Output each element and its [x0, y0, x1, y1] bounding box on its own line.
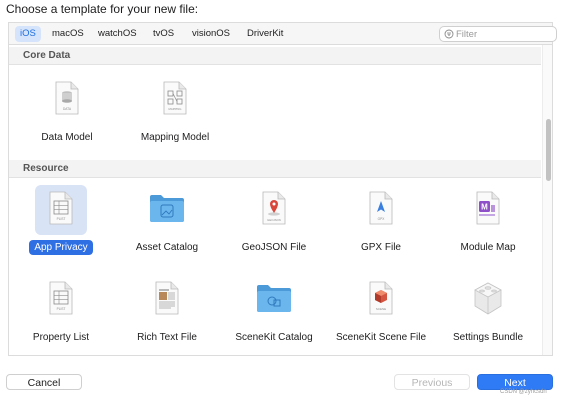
tab-visionos[interactable]: visionOS: [187, 26, 235, 42]
template-pane[interactable]: Core Data DATA Data Model MAPPING Mappin…: [8, 44, 553, 356]
svg-text:M: M: [481, 203, 488, 212]
dialog-prompt: Choose a template for your new file:: [6, 2, 199, 16]
gpx-icon: GPX: [369, 191, 393, 225]
svg-text:MAPPING: MAPPING: [169, 107, 182, 111]
template-icon-wrap: [462, 275, 514, 325]
template-geojson-file[interactable]: GEOJSON GeoJSON File: [222, 185, 326, 275]
template-label: Settings Bundle: [452, 332, 524, 343]
template-settings-bundle[interactable]: Settings Bundle: [436, 275, 540, 355]
template-icon-wrap: [248, 275, 300, 325]
template-gpx-file[interactable]: GPX GPX File: [329, 185, 433, 275]
previous-button[interactable]: Previous: [394, 374, 470, 390]
next-button[interactable]: Next: [477, 374, 553, 390]
template-icon-wrap: PLIST: [35, 185, 87, 235]
mapping-model-icon: MAPPING: [163, 81, 187, 115]
template-mapping-model[interactable]: MAPPING Mapping Model: [123, 75, 227, 165]
vertical-scrollbar[interactable]: [542, 45, 552, 355]
plist-icon: PLIST: [49, 191, 73, 225]
template-label: GPX File: [360, 242, 401, 253]
svg-text:GEOJSON: GEOJSON: [267, 218, 281, 222]
template-label: App Privacy: [9, 240, 113, 255]
template-label: GeoJSON File: [241, 242, 307, 253]
svg-text:DATA: DATA: [63, 107, 72, 111]
template-scenekit-catalog[interactable]: SceneKit Catalog: [222, 275, 326, 355]
template-icon-wrap: DATA: [41, 75, 93, 125]
template-app-privacy[interactable]: PLIST App Privacy: [9, 185, 113, 275]
template-icon-wrap: GEOJSON: [248, 185, 300, 235]
template-label: SceneKit Scene File: [335, 332, 427, 343]
template-label: SceneKit Catalog: [235, 332, 313, 343]
template-label: Mapping Model: [140, 132, 210, 143]
template-label: Asset Catalog: [135, 242, 199, 253]
svg-text:PLIST: PLIST: [57, 307, 66, 311]
svg-text:SCENE: SCENE: [376, 307, 386, 311]
module-map-icon: M: [476, 191, 500, 225]
template-icon-wrap: SCENE: [355, 275, 407, 325]
tab-driverkit[interactable]: DriverKit: [242, 26, 288, 42]
platform-tab-bar: iOS macOS watchOS tvOS visionOS DriverKi…: [8, 22, 557, 44]
scrollbar-thumb[interactable]: [546, 119, 551, 181]
template-data-model[interactable]: DATA Data Model: [15, 75, 119, 165]
section-header-core-data: Core Data: [9, 47, 541, 65]
geojson-icon: GEOJSON: [262, 191, 286, 225]
cancel-button[interactable]: Cancel: [6, 374, 82, 390]
template-icon-wrap: GPX: [355, 185, 407, 235]
template-scenekit-scene-file[interactable]: SCENE SceneKit Scene File: [329, 275, 433, 355]
filter-icon: [444, 29, 454, 39]
template-icon-wrap: MAPPING: [149, 75, 201, 125]
tab-ios[interactable]: iOS: [15, 26, 41, 42]
scene-icon: SCENE: [369, 281, 393, 315]
template-label: Rich Text File: [137, 332, 197, 343]
template-label: Module Map: [460, 242, 516, 253]
settings-bundle-icon: [474, 282, 502, 315]
tab-tvos[interactable]: tvOS: [148, 26, 179, 42]
filter-input[interactable]: [456, 27, 552, 41]
template-icon-wrap: [141, 185, 193, 235]
section-header-resource: Resource: [9, 160, 541, 178]
template-property-list[interactable]: PLIST Property List: [9, 275, 113, 355]
template-label: Data Model: [41, 132, 93, 143]
tab-macos[interactable]: macOS: [47, 26, 89, 42]
template-rich-text-file[interactable]: Rich Text File: [115, 275, 219, 355]
svg-text:PLIST: PLIST: [57, 217, 66, 221]
folder-icon: [257, 285, 291, 312]
template-icon-wrap: PLIST: [35, 275, 87, 325]
template-asset-catalog[interactable]: Asset Catalog: [115, 185, 219, 275]
template-module-map[interactable]: M Module Map: [436, 185, 540, 275]
plist-icon: PLIST: [49, 281, 73, 315]
template-label: Property List: [32, 332, 90, 343]
folder-icon: [150, 195, 184, 222]
template-icon-wrap: M: [462, 185, 514, 235]
template-icon-wrap: [141, 275, 193, 325]
tab-watchos[interactable]: watchOS: [93, 26, 142, 42]
svg-text:GPX: GPX: [378, 217, 386, 221]
watermark: CSDN @zyhcsdn: [500, 389, 547, 395]
data-model-icon: DATA: [55, 81, 79, 115]
filter-field[interactable]: [439, 26, 557, 42]
rich-text-icon: [155, 281, 179, 315]
